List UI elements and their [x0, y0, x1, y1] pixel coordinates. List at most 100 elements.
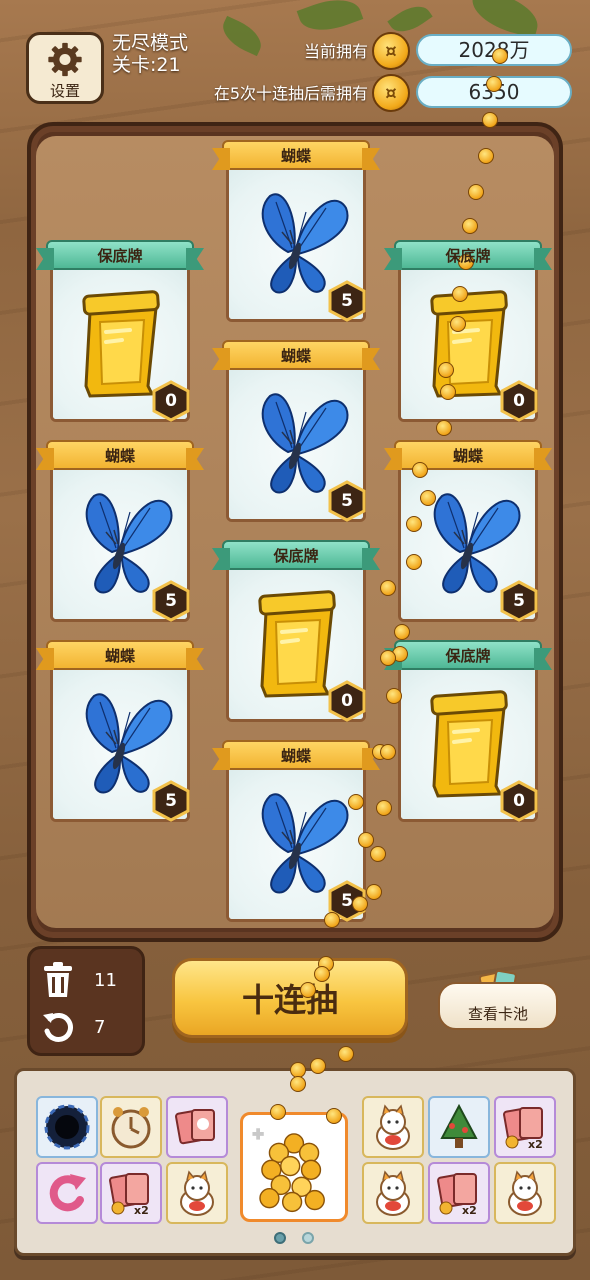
page-indicator-active[interactable] — [274, 1232, 286, 1244]
coin-icon — [380, 744, 396, 760]
mode-label: 无尽模式 — [112, 32, 189, 54]
coin-icon — [438, 362, 454, 378]
inventory-slot[interactable] — [166, 1096, 228, 1158]
coin-icon — [420, 490, 436, 506]
coin-icon — [478, 148, 494, 164]
coin-icon: ¤ — [372, 32, 410, 70]
svg-text:x2: x2 — [462, 1204, 477, 1217]
inventory-slot[interactable] — [362, 1162, 424, 1224]
inventory-slot[interactable] — [36, 1096, 98, 1158]
card-count: 5 — [341, 291, 353, 311]
card-ribbon: 蝴蝶 — [212, 734, 380, 776]
inventory-slot[interactable] — [362, 1096, 424, 1158]
card-ribbon: 蝴蝶 — [212, 334, 380, 376]
undo-counter[interactable]: 7 — [40, 1009, 105, 1045]
coin-icon — [324, 912, 340, 928]
card-count: 0 — [165, 391, 177, 411]
coin-icon — [358, 832, 374, 848]
card-ribbon: 蝴蝶 — [212, 134, 380, 176]
card-title: 蝴蝶 — [104, 446, 135, 465]
card-butterfly[interactable]: 蝴蝶 5 — [212, 334, 380, 530]
inventory-slot[interactable] — [100, 1096, 162, 1158]
coin-icon — [348, 794, 364, 810]
coin-icon — [300, 982, 316, 998]
card-guarantee[interactable]: 保底牌 0 — [212, 534, 380, 730]
coin-icon — [326, 1108, 342, 1124]
view-card-pool-button[interactable]: 查看卡池 — [438, 982, 558, 1030]
card-pack-x2-icon: x2 — [503, 1107, 543, 1151]
card-count: 5 — [165, 591, 177, 611]
card-count: 5 — [165, 791, 177, 811]
leaf-decoration — [296, 0, 364, 40]
card-title: 蝴蝶 — [280, 146, 311, 165]
coin-icon — [406, 516, 422, 532]
card-pack-icon — [175, 1109, 215, 1145]
coin-icon — [380, 580, 396, 596]
coin-icon — [450, 316, 466, 332]
coin-icon — [370, 846, 386, 862]
coin-icon — [440, 384, 456, 400]
black-hole-icon — [44, 1104, 90, 1150]
card-butterfly[interactable]: 蝴蝶 5 — [36, 434, 204, 630]
card-title: 蝴蝶 — [280, 746, 311, 765]
inventory-slot[interactable] — [166, 1162, 228, 1224]
inventory-slot[interactable] — [428, 1096, 490, 1158]
settings-button[interactable]: 设置 — [26, 32, 104, 104]
lucky-cat-icon — [508, 1170, 542, 1216]
inventory-slot[interactable]: x2 — [494, 1096, 556, 1158]
card-guarantee[interactable]: 保底牌 0 — [36, 234, 204, 430]
trash-counter[interactable]: 11 — [40, 961, 117, 999]
card-butterfly[interactable]: 蝴蝶 5 — [212, 734, 380, 930]
ten-draw-label: 十连抽 — [241, 981, 338, 1019]
tree-icon — [440, 1103, 478, 1148]
lucky-cat-icon — [180, 1170, 214, 1216]
selected-item-slot[interactable] — [240, 1112, 348, 1222]
lucky-cat-icon — [376, 1104, 410, 1150]
card-count-badge: 0 — [498, 780, 540, 822]
coin-icon — [380, 650, 396, 666]
card-title: 保底牌 — [445, 646, 491, 665]
card-butterfly[interactable]: 蝴蝶 5 — [36, 634, 204, 830]
leaf-decoration — [216, 15, 268, 57]
card-count: 5 — [341, 491, 353, 511]
svg-text:x2: x2 — [528, 1138, 543, 1151]
card-ribbon: 保底牌 — [384, 634, 552, 676]
card-count-badge: 5 — [326, 280, 368, 322]
card-guarantee[interactable]: 保底牌 0 — [384, 234, 552, 430]
coin-icon — [452, 286, 468, 302]
coin-icon — [486, 76, 502, 92]
card-butterfly[interactable]: 蝴蝶 5 — [212, 134, 380, 330]
undo-count: 7 — [94, 1016, 106, 1038]
trash-icon — [44, 962, 72, 997]
inventory-slot[interactable]: x2 — [428, 1162, 490, 1224]
card-title: 保底牌 — [445, 246, 491, 265]
card-title: 保底牌 — [97, 246, 143, 265]
gear-icon — [48, 42, 82, 77]
card-count-badge: 5 — [150, 780, 192, 822]
coin-icon — [482, 112, 498, 128]
coin-icon — [394, 624, 410, 640]
inventory-slot[interactable]: x2 — [100, 1162, 162, 1224]
level-label: 关卡:21 — [112, 54, 181, 76]
trash-count: 11 — [94, 969, 117, 991]
card-ribbon: 蝴蝶 — [36, 434, 204, 476]
card-title: 蝴蝶 — [104, 646, 135, 665]
ten-draw-button[interactable]: 十连抽 — [172, 958, 408, 1038]
card-count: 0 — [513, 391, 525, 411]
card-title: 保底牌 — [273, 546, 319, 565]
view-card-pool-label: 查看卡池 — [467, 1005, 528, 1023]
coin-icon — [366, 884, 382, 900]
card-count-badge: 5 — [150, 580, 192, 622]
coin-icon — [462, 218, 478, 234]
coin-icon — [338, 1046, 354, 1062]
mode-info: 无尽模式 关卡:21 — [112, 32, 188, 76]
card-count: 5 — [513, 591, 525, 611]
card-guarantee[interactable]: 保底牌 0 — [384, 634, 552, 830]
inventory-slot[interactable] — [494, 1162, 556, 1224]
undo-arrow-icon — [49, 1174, 86, 1212]
inventory-slot[interactable] — [36, 1162, 98, 1224]
page-indicator[interactable] — [302, 1232, 314, 1244]
coin-icon — [436, 420, 452, 436]
coin-icon — [406, 554, 422, 570]
coin-icon — [468, 184, 484, 200]
